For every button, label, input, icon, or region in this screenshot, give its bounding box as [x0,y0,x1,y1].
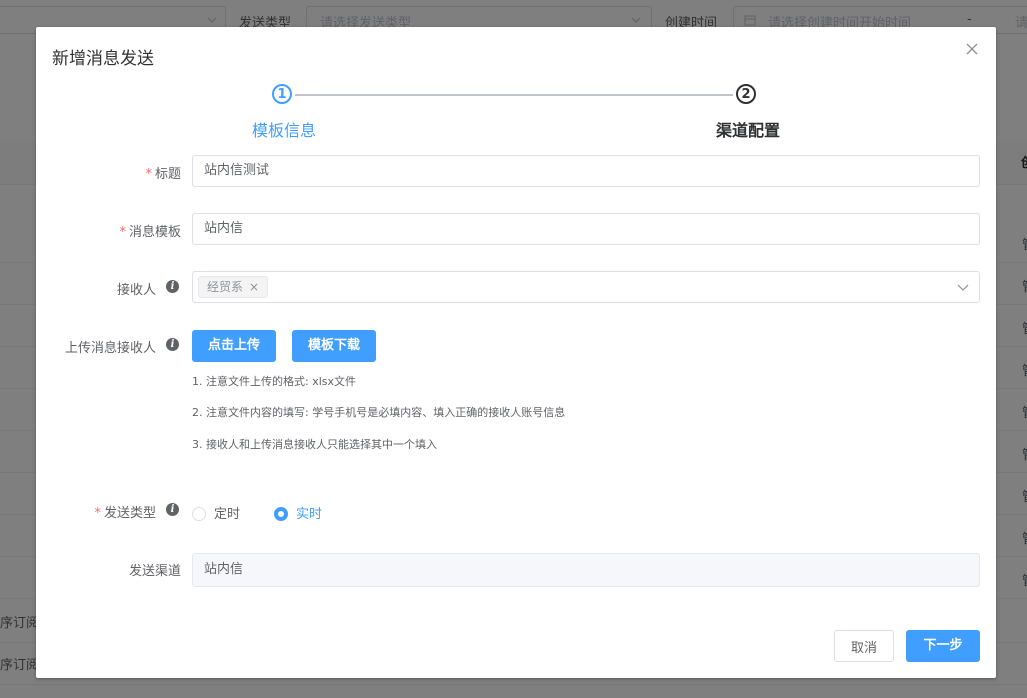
radio-circle-checked [274,506,288,521]
template-label: * 消息模板 [119,225,181,240]
step-2-icon: 2 [736,84,756,104]
upload-note-3: 3. 接收人和上传消息接收人只能选择其中一个填入 [192,438,437,451]
recipient-tag: 经贸系 × [198,276,269,298]
step-1-icon: 1 [272,84,292,104]
next-step-button[interactable]: 下一步 [906,630,980,662]
step-1-title: 模板信息 [252,121,317,140]
upload-label: 上传消息接收人 [64,341,156,356]
info-icon[interactable]: i [166,280,179,293]
recipient-label: 接收人 [116,283,156,298]
required-asterisk: * [145,167,152,182]
info-icon[interactable]: i [166,338,179,351]
info-icon[interactable]: i [166,503,179,516]
tag-close-icon[interactable]: × [249,280,259,294]
download-template-button[interactable]: 模板下载 [292,330,377,362]
required-asterisk: * [94,506,101,521]
send-type-label: * 发送类型 [94,506,156,521]
title-label: * 标题 [145,167,181,182]
chevron-down-icon [957,284,969,291]
template-input[interactable]: 站内信 [192,213,980,245]
upload-note-2: 2. 注意文件内容的填写: 学号手机号是必填内容、填入正确的接收人账号信息 [192,406,566,419]
recipient-select[interactable]: 经贸系 × [192,271,980,303]
channel-input: 站内信 [192,553,980,587]
upload-button[interactable]: 点击上传 [192,330,277,362]
title-input[interactable]: 站内信测试 [192,155,980,187]
required-asterisk: * [119,225,126,240]
dialog-title: 新增消息发送 [52,49,154,69]
close-icon[interactable] [964,41,980,57]
cancel-button[interactable]: 取消 [834,630,894,662]
upload-note-1: 1. 注意文件上传的格式: xlsx文件 [192,375,357,388]
channel-label: 发送渠道 [128,564,181,579]
new-message-dialog: 新增消息发送 1 2 模板信息 渠道配置 * 标题 站内信测试 * 消息模板 站内信… [36,27,996,678]
radio-circle [192,506,206,521]
step-connector [295,94,733,96]
radio-scheduled[interactable]: 定时 [192,503,240,522]
radio-realtime[interactable]: 实时 [274,503,322,522]
step-2-title: 渠道配置 [716,121,781,140]
